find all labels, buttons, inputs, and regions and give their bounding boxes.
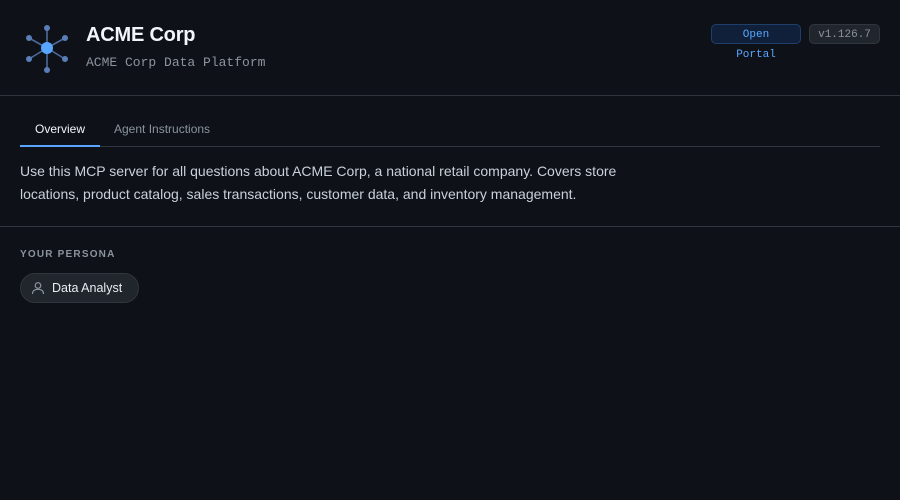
tab-agent-instructions[interactable]: Agent Instructions [114, 116, 210, 145]
app-title: ACME Corp [86, 24, 196, 46]
version-badge: v1.126.7 [809, 24, 880, 44]
user-icon [31, 282, 45, 295]
persona-selector[interactable]: Data Analyst [20, 273, 139, 303]
persona-section-label: YOUR PERSONA [20, 249, 116, 260]
open-portal-button[interactable]: Open Portal [711, 24, 801, 61]
app-subtitle: ACME Corp Data Platform [86, 55, 266, 70]
tab-bar: Overview Agent Instructions [20, 116, 880, 147]
section-divider [0, 226, 900, 227]
header: ACME Corp ACME Corp Data Platform Open P… [0, 0, 900, 96]
overview-description: Use this MCP server for all questions ab… [20, 163, 617, 202]
tab-overview[interactable]: Overview [20, 116, 100, 147]
persona-label: Data Analyst [52, 281, 123, 295]
network-hub-icon [26, 25, 68, 73]
page: ACME Corp ACME Corp Data Platform Open P… [0, 0, 900, 500]
